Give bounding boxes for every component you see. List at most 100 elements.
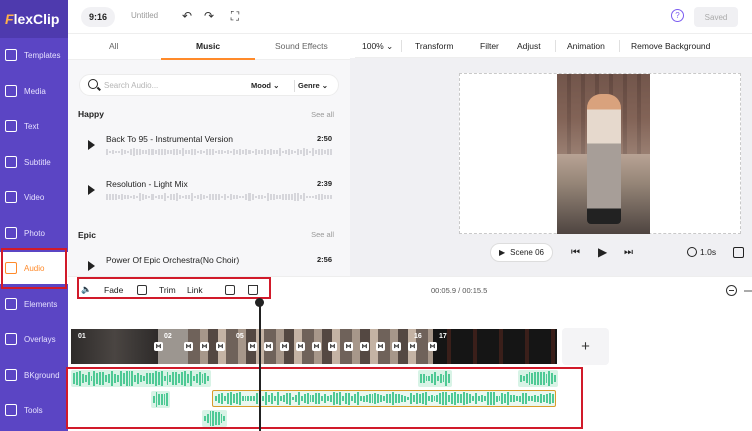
sidebar-item-elements[interactable]: Elements [0,288,68,320]
waveform-bar [318,193,321,201]
scene-duration[interactable]: 1.0s [687,247,716,257]
waveform-bar [321,193,324,201]
tools-icon [5,404,17,416]
see-all-epic[interactable]: See all [311,230,334,239]
help-icon[interactable]: ? [671,9,684,22]
play-icon[interactable] [88,185,95,195]
tab-music[interactable]: Music [196,41,220,51]
transition-icon[interactable]: ⋈ [408,342,417,351]
sidebar-item-text[interactable]: Text [0,110,68,142]
sidebar-item-label: Subtitle [24,157,51,167]
search-input[interactable] [104,79,234,92]
mood-filter-label: Mood [251,81,271,90]
transition-icon[interactable]: ⋈ [312,342,321,351]
next-scene-icon[interactable]: ⏭ [624,247,633,258]
playhead[interactable] [259,300,261,431]
photo-person [587,94,621,224]
sidebar-item-media[interactable]: Media [0,75,68,107]
flexclip-logo[interactable]: FlexClip [0,0,68,38]
track-name: Power Of Epic Orchestra(No Choir) [106,255,240,265]
transition-icon[interactable]: ⋈ [200,342,209,351]
play-icon[interactable] [88,261,95,271]
filter-button[interactable]: Filter [480,41,499,51]
track-waveform [106,148,333,156]
sidebar-item-templates[interactable]: Templates [0,39,68,71]
track-duration: 2:50 [316,134,332,143]
scene-play-button[interactable]: ▶ Scene 06 [490,243,553,262]
sidebar-item-photo[interactable]: Photo [0,217,68,249]
play-icon: ▶ [499,248,506,257]
undo-icon[interactable]: ↶ [180,9,194,23]
waveform-bar [272,194,275,200]
waveform-bar [257,150,260,154]
transition-icon[interactable]: ⋈ [248,342,257,351]
tab-sound-effects[interactable]: Sound Effects [275,41,328,51]
remove-background-button[interactable]: Remove Background [631,41,710,51]
transition-icon[interactable]: ⋈ [264,342,273,351]
waveform-bar [118,150,121,154]
add-scene-button[interactable]: + [562,328,609,365]
waveform-bar [115,150,118,154]
transition-icon[interactable]: ⋈ [376,342,385,351]
text-icon [5,120,17,132]
transition-icon[interactable]: ⋈ [216,342,225,351]
track-name: Back To 95 - Instrumental Version [106,134,233,144]
subtitle-icon [5,156,17,168]
play-icon[interactable]: ▶ [598,245,607,259]
play-icon[interactable] [88,140,95,150]
transition-icon[interactable]: ⋈ [328,342,337,351]
waveform-bar [154,195,157,199]
see-all-happy[interactable]: See all [311,110,334,119]
transition-icon[interactable]: ⋈ [392,342,401,351]
waveform-bar [254,149,257,155]
waveform-bar [245,149,248,155]
waveform-bar [227,195,230,199]
waveform-bar [193,195,196,199]
waveform-bar [127,150,130,154]
list-item[interactable]: Power Of Epic Orchestra(No Choir) 2:56 [78,251,336,275]
sidebar-item-bkground[interactable]: BKground [0,359,68,391]
transition-icon[interactable]: ⋈ [280,342,289,351]
zoom-out-icon[interactable] [726,285,737,296]
waveform-bar [221,195,224,199]
waveform-bar [245,193,248,201]
waveform-bar [315,194,318,200]
waveform-bar [327,194,330,200]
sidebar-item-overlays[interactable]: Overlays [0,323,68,355]
mood-filter[interactable]: Mood ⌄ [251,81,279,90]
aspect-ratio-button[interactable]: 9:16 [81,7,115,27]
genre-filter[interactable]: Genre ⌄ [298,81,328,90]
sidebar-item-label: Video [24,192,45,202]
zoom-slider[interactable] [744,290,752,292]
adjust-button[interactable]: Adjust [517,41,541,51]
sidebar-item-subtitle[interactable]: Subtitle [0,146,68,178]
list-item[interactable]: Back To 95 - Instrumental Version 2:50 [78,130,336,170]
fullscreen-icon[interactable]: ⛶ [228,9,242,23]
transition-icon[interactable]: ⋈ [296,342,305,351]
redo-icon[interactable]: ↷ [202,9,216,23]
animation-button[interactable]: Animation [567,41,605,51]
waveform-bar [206,195,209,199]
saved-button[interactable]: Saved [694,7,738,27]
zoom-dropdown[interactable]: 100% ⌄ [362,41,393,52]
waveform-bar [130,195,133,199]
waveform-bar [306,195,309,199]
sidebar-item-label: Templates [24,50,61,60]
transform-button[interactable]: Transform [415,41,453,51]
audio-track-highlight-box [66,367,583,429]
transition-icon[interactable]: ⋈ [184,342,193,351]
project-title[interactable]: Untitled [131,11,158,20]
scene-thumbnail[interactable] [433,329,557,364]
sidebar-item-video[interactable]: Video [0,181,68,213]
previous-scene-icon[interactable]: ⏮ [571,247,580,258]
expand-preview-icon[interactable] [733,247,744,258]
list-item[interactable]: Resolution - Light Mix 2:39 [78,175,336,215]
transition-icon[interactable]: ⋈ [154,342,163,351]
transition-icon[interactable]: ⋈ [428,342,437,351]
transition-icon[interactable]: ⋈ [360,342,369,351]
tab-all[interactable]: All [109,41,118,51]
transition-icon[interactable]: ⋈ [344,342,353,351]
sidebar-item-tools[interactable]: Tools [0,394,68,426]
scene-photo[interactable] [557,74,650,234]
playhead-handle[interactable] [255,298,264,307]
